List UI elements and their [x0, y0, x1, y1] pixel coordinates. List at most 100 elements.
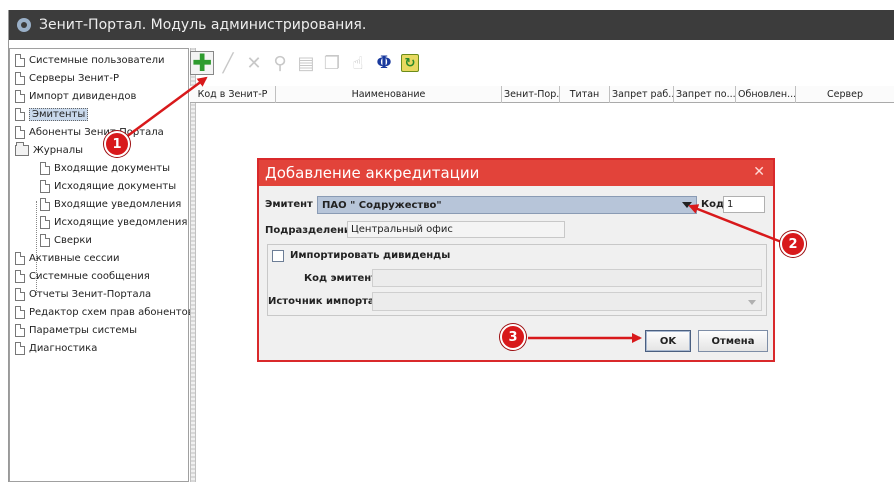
- code-label: Код: [701, 199, 725, 210]
- sidebar-item-emitents[interactable]: Эмитенты: [15, 105, 89, 123]
- panel-splitter[interactable]: [190, 48, 196, 482]
- grid-header: Код в Зенит-Р Наименование Зенит-Пор... …: [190, 86, 894, 103]
- sidebar-item-label: Редактор схем прав абонентов: [29, 306, 194, 318]
- edit-button[interactable]: ╱: [216, 51, 240, 75]
- sidebar-item-label: Эмитенты: [29, 107, 89, 121]
- sidebar-item-outgoing-documents[interactable]: Исходящие документы: [40, 177, 176, 195]
- sidebar-item-portal-subscribers[interactable]: Абоненты Зенит-Портала: [15, 123, 164, 141]
- document-icon: [15, 71, 25, 85]
- sidebar-item-rights-schema-editor[interactable]: Редактор схем прав абонентов: [15, 303, 194, 321]
- add-button[interactable]: ✚: [190, 51, 214, 75]
- export-button[interactable]: ▤: [294, 51, 318, 75]
- import-source-label: Источник импорта: [268, 296, 375, 307]
- sidebar-item-label: Системные пользователи: [29, 54, 165, 66]
- export-icon: ▤: [297, 52, 315, 74]
- column-header[interactable]: Титан: [560, 86, 610, 103]
- document-icon: [15, 269, 25, 283]
- document-icon: [15, 323, 25, 337]
- column-header[interactable]: Наименование: [276, 86, 502, 103]
- sidebar-item-system-messages[interactable]: Системные сообщения: [15, 267, 150, 285]
- document-icon: [40, 233, 50, 247]
- sidebar-item-active-sessions[interactable]: Активные сессии: [15, 249, 120, 267]
- sidebar-item-system-parameters[interactable]: Параметры системы: [15, 321, 137, 339]
- search-button[interactable]: ⚲: [268, 51, 292, 75]
- column-header[interactable]: Зенит-Пор...: [502, 86, 560, 103]
- document-icon: [15, 89, 25, 103]
- sidebar-item-system-users[interactable]: Системные пользователи: [15, 51, 165, 69]
- document-icon: [15, 125, 25, 139]
- annotation-badge-1: 1: [104, 131, 130, 157]
- division-label: Подразделение: [265, 225, 358, 236]
- folder-icon: [15, 141, 29, 156]
- sidebar-item-label: Сверки: [54, 234, 92, 246]
- cancel-button[interactable]: Отмена: [698, 330, 768, 352]
- annotation-badge-3: 3: [500, 324, 526, 350]
- dividend-import-group: Импортировать дивиденды Код эмитента Ист…: [267, 244, 767, 316]
- sidebar-item-label: Серверы Зенит-Р: [29, 72, 120, 84]
- code-input[interactable]: 1: [723, 196, 765, 213]
- sidebar-item-label: Активные сессии: [29, 252, 120, 264]
- sidebar-item-reconciliations[interactable]: Сверки: [40, 231, 92, 249]
- annotation-badge-2: 2: [780, 231, 806, 257]
- ok-button[interactable]: OK: [645, 330, 691, 352]
- column-header[interactable]: Запрет раб...: [610, 86, 674, 103]
- sidebar-item-label: Абоненты Зенит-Портала: [29, 126, 164, 138]
- copy-button[interactable]: ❐: [320, 51, 344, 75]
- window-title: Зенит-Портал. Модуль администрирования.: [39, 17, 367, 33]
- document-icon: [40, 197, 50, 211]
- sidebar-item-incoming-documents[interactable]: Входящие документы: [40, 159, 170, 177]
- sidebar-item-zenit-servers[interactable]: Серверы Зенит-Р: [15, 69, 119, 87]
- delete-button[interactable]: ✕: [242, 51, 266, 75]
- chevron-down-icon[interactable]: [682, 202, 692, 208]
- sidebar-item-dividend-import[interactable]: Импорт дивидендов: [15, 87, 136, 105]
- sidebar-item-outgoing-notifications[interactable]: Исходящие уведомления: [40, 213, 187, 231]
- emitent-select[interactable]: ПАО " Содружество": [317, 196, 697, 214]
- document-icon: [15, 341, 25, 355]
- import-dividends-checkbox[interactable]: [272, 250, 284, 262]
- copy-icon: ❐: [323, 52, 341, 74]
- column-header[interactable]: Запрет по...: [674, 86, 736, 103]
- navigation-tree: Системные пользователи Серверы Зенит-Р И…: [9, 48, 194, 482]
- sidebar-item-portal-reports[interactable]: Отчеты Зенит-Портала: [15, 285, 151, 303]
- emitent-label: Эмитент: [265, 199, 313, 210]
- column-header[interactable]: Обновлен...: [736, 86, 796, 103]
- sidebar-item-label: Журналы: [33, 144, 83, 156]
- document-icon: [15, 53, 25, 67]
- sidebar-item-label: Параметры системы: [29, 324, 137, 336]
- emitent-code-input[interactable]: [372, 269, 762, 287]
- edit-icon: ╱: [222, 52, 234, 74]
- document-icon: [40, 215, 50, 229]
- document-icon: [15, 107, 25, 121]
- sidebar-item-label: Исходящие документы: [54, 180, 177, 192]
- dialog-title-bar: Добавление аккредитации ✕: [259, 160, 773, 186]
- document-icon: [15, 287, 25, 301]
- close-icon[interactable]: ✕: [753, 164, 765, 180]
- document-icon: [40, 161, 50, 175]
- division-value: Центральный офис: [351, 224, 453, 235]
- sidebar-item-label: Входящие уведомления: [54, 198, 182, 210]
- add-icon: ✚: [191, 49, 213, 77]
- document-icon: [15, 305, 25, 319]
- column-header[interactable]: Сервер: [796, 86, 894, 103]
- refresh-icon: ↻: [401, 54, 419, 72]
- column-header[interactable]: Код в Зенит-Р: [190, 86, 276, 103]
- division-field: Центральный офис: [347, 221, 565, 238]
- emitent-select-value: ПАО " Содружество": [322, 199, 442, 211]
- refresh-button[interactable]: ↻: [398, 51, 422, 75]
- rights-icon: ☝: [352, 52, 364, 74]
- sidebar-item-journals[interactable]: Журналы: [15, 141, 83, 159]
- sidebar-item-incoming-notifications[interactable]: Входящие уведомления: [40, 195, 181, 213]
- toolbar: ✚ ╱ ✕ ⚲ ▤ ❐ ☝ Φ ↻: [190, 48, 422, 78]
- document-icon: [40, 179, 50, 193]
- search-icon: ⚲: [273, 52, 287, 74]
- import-source-select[interactable]: [372, 292, 762, 311]
- sidebar-item-diagnostics[interactable]: Диагностика: [15, 339, 97, 357]
- delete-icon: ✕: [246, 52, 262, 74]
- rights-button[interactable]: ☝: [346, 51, 370, 75]
- sidebar-item-label: Диагностика: [29, 342, 98, 354]
- phi-icon: Φ: [376, 53, 392, 73]
- document-icon: [15, 251, 25, 265]
- phi-button[interactable]: Φ: [372, 51, 396, 75]
- title-bar: Зенит-Портал. Модуль администрирования.: [9, 10, 894, 40]
- app-logo-icon: [17, 18, 31, 32]
